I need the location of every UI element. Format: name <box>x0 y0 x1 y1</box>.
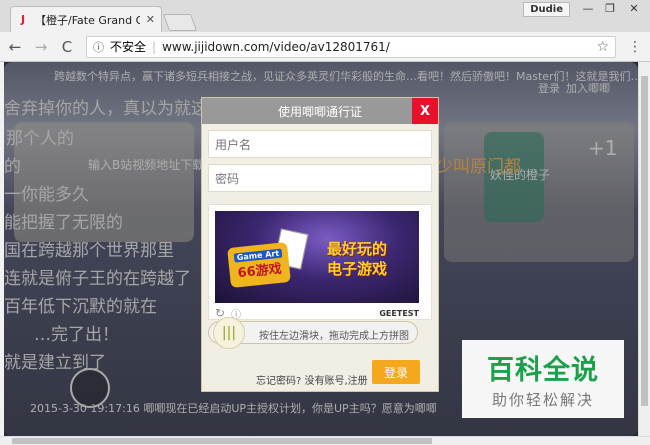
tab-title: 【橙子/Fate Grand Ord <box>35 13 140 27</box>
dialog-close-button[interactable]: X <box>412 98 438 124</box>
horizontal-scrollbar[interactable] <box>0 436 650 445</box>
address-bar[interactable]: ⓘ 不安全 | www.jijidown.com/video/av1280176… <box>86 35 616 58</box>
forward-arrow-icon[interactable]: → <box>34 38 48 56</box>
vertical-scrollbar[interactable] <box>638 62 650 436</box>
favicon-icon: J <box>20 13 26 26</box>
browser-chrome: J 【橙子/Fate Grand Ord ✕ Dudie — ❐ ✕ ← → C… <box>0 0 650 62</box>
username-input[interactable]: 用户名 <box>208 130 432 158</box>
address-bar-row: ← → C ⓘ 不安全 | www.jijidown.com/video/av1… <box>0 32 650 62</box>
password-input[interactable]: 密码 <box>208 164 432 192</box>
scroll-thumb[interactable] <box>12 438 432 444</box>
profile-badge[interactable]: Dudie <box>523 2 570 17</box>
restore-icon[interactable]: ❐ <box>598 0 622 16</box>
geetest-logo: GEETEST <box>379 308 419 318</box>
captcha-panel: Game Art 66游戏 最好玩的 电子游戏 ↻ ⓘ GEETEST <box>208 204 432 321</box>
captcha-image: Game Art 66游戏 最好玩的 电子游戏 <box>215 211 419 303</box>
back-arrow-icon[interactable]: ← <box>8 38 22 56</box>
scroll-thumb[interactable] <box>641 76 648 406</box>
ad-logo-bottom: 66游戏 <box>236 261 283 282</box>
captcha-slider[interactable]: ||| 按住左边滑块，拖动完成上方拼图 <box>208 317 418 349</box>
bookmark-star-icon[interactable]: ☆ <box>596 39 609 55</box>
security-label: 不安全 <box>110 40 147 54</box>
window-close-icon[interactable]: ✕ <box>622 0 646 16</box>
login-dialog: 使用唧唧通行证 X 用户名 密码 Game Art 66游戏 最好玩的 电子游戏… <box>201 97 439 392</box>
watermark-subtitle: 助你轻松解决 <box>491 391 594 409</box>
ad-logo: Game Art 66游戏 <box>227 241 291 289</box>
divider: | <box>152 39 157 54</box>
reload-icon[interactable]: C <box>60 38 74 56</box>
slider-hint: 按住左边滑块，拖动完成上方拼图 <box>259 331 409 342</box>
minimize-icon[interactable]: — <box>576 0 600 16</box>
browser-menu-icon[interactable]: ⋮ <box>628 39 642 55</box>
url-text: www.jijidown.com/video/av12801761/ <box>162 39 390 54</box>
captcha-toolbar: ↻ ⓘ GEETEST <box>215 306 419 321</box>
info-icon[interactable]: ⓘ <box>93 39 104 55</box>
browser-tab[interactable]: J 【橙子/Fate Grand Ord ✕ <box>10 6 162 32</box>
tab-close-icon[interactable]: ✕ <box>146 13 155 26</box>
forgot-register-links[interactable]: 忘记密码? 没有账号,注册 <box>256 372 368 387</box>
new-tab-button[interactable] <box>162 14 198 31</box>
dialog-title: 使用唧唧通行证 <box>202 98 438 124</box>
slider-handle[interactable]: ||| <box>213 317 245 349</box>
watermark-title: 百科全说 <box>487 355 599 386</box>
login-button[interactable]: 登录 <box>372 360 420 384</box>
ad-slogan: 最好玩的 电子游戏 <box>327 240 388 278</box>
dialog-footer: 忘记密码? 没有账号,注册 登录 <box>202 354 438 390</box>
watermark: 百科全说 助你轻松解决 <box>462 340 624 418</box>
